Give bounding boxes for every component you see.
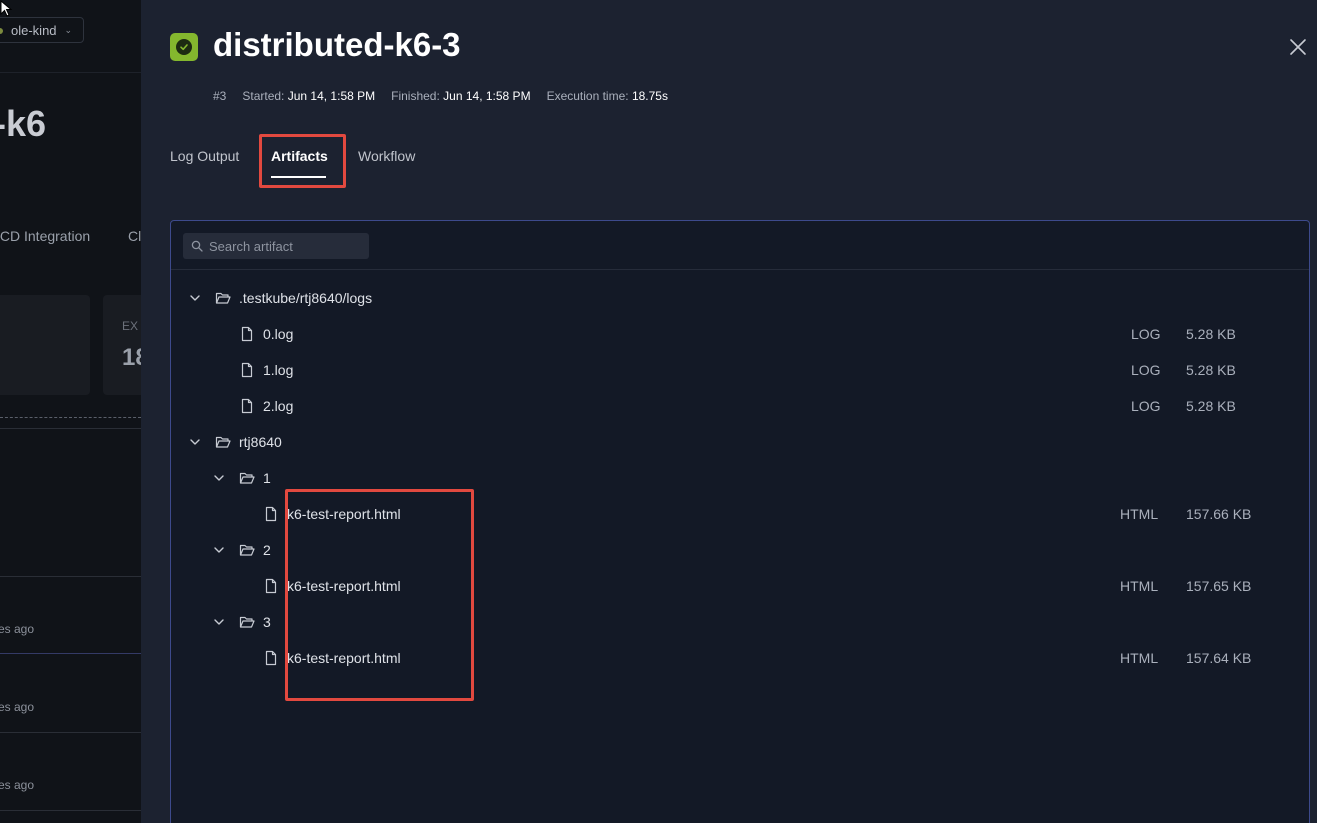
divider — [0, 732, 141, 733]
file-name: k6-test-report.html — [287, 578, 401, 594]
execution-details-drawer: distributed-k6-3 #3 Started: Jun 14, 1:5… — [141, 0, 1317, 823]
started-value: Jun 14, 1:58 PM — [287, 89, 376, 103]
chevron-down-icon[interactable] — [189, 436, 201, 448]
tree-file[interactable]: 2.log LOG 5.28 KB — [171, 388, 1309, 424]
execution-time-ago: es ago — [0, 700, 35, 714]
tree-file[interactable]: 0.log LOG 5.28 KB — [171, 316, 1309, 352]
file-size: 5.28 KB — [1186, 362, 1236, 378]
search-icon — [191, 240, 203, 252]
tab-log-output[interactable]: Log Output — [170, 148, 271, 176]
execution-time-info: Execution time: 18.75s — [547, 89, 668, 103]
folder-name: 2 — [263, 542, 271, 558]
file-type: LOG — [1131, 398, 1161, 414]
chevron-down-icon[interactable] — [189, 292, 201, 304]
folder-name: 3 — [263, 614, 271, 630]
divider — [0, 576, 141, 577]
tree-folder[interactable]: rtj8640 — [171, 424, 1309, 460]
finished-value: Jun 14, 1:58 PM — [443, 89, 531, 103]
summary-card-value: 18 — [122, 344, 141, 371]
folder-name: 1 — [263, 470, 271, 486]
file-type: HTML — [1120, 506, 1159, 522]
file-name: 0.log — [263, 326, 294, 342]
cluster-status-dot — [0, 28, 3, 34]
divider — [0, 428, 141, 429]
folder-name: rtj8640 — [239, 434, 282, 450]
execution-time-label: Execution time: — [546, 89, 629, 103]
cluster-label: ole-kind — [11, 22, 57, 38]
tree-folder[interactable]: 1 — [171, 460, 1309, 496]
file-size: 5.28 KB — [1186, 398, 1236, 414]
tree-folder[interactable]: 2 — [171, 532, 1309, 568]
folder-name: .testkube/rtj8640/logs — [239, 290, 373, 306]
background-title: -k6 — [0, 103, 47, 144]
chevron-down-icon[interactable] — [213, 616, 225, 628]
tab-cli[interactable]: Cl — [128, 228, 141, 244]
cluster-selector[interactable]: ole-kind ⌄ — [0, 17, 84, 43]
file-icon — [241, 326, 253, 342]
header-divider — [0, 72, 141, 73]
finished-label: Finished: — [391, 89, 440, 103]
file-size: 5.28 KB — [1186, 326, 1236, 342]
folder-open-icon — [239, 616, 255, 628]
folder-open-icon — [215, 436, 231, 448]
file-icon — [265, 506, 277, 522]
execution-meta: #3 Started: Jun 14, 1:58 PM Finished: Ju… — [213, 89, 668, 103]
status-passed-icon — [170, 33, 198, 61]
file-icon — [265, 650, 277, 666]
file-icon — [265, 578, 277, 594]
tree-folder[interactable]: .testkube/rtj8640/logs — [171, 280, 1309, 316]
started-info: Started: Jun 14, 1:58 PM — [242, 89, 375, 103]
finished-info: Finished: Jun 14, 1:58 PM — [391, 89, 530, 103]
tree-file[interactable]: 1.log LOG 5.28 KB — [171, 352, 1309, 388]
execution-time-value: 18.75s — [631, 89, 668, 103]
folder-open-icon — [239, 544, 255, 556]
tab-cicd-integration[interactable]: /CD Integration — [0, 228, 90, 244]
summary-card-label: EX — [122, 319, 139, 333]
tree-folder[interactable]: 3 — [171, 604, 1309, 640]
chevron-down-icon: ⌄ — [64, 24, 73, 35]
search-input[interactable] — [209, 238, 359, 254]
artifacts-panel: .testkube/rtj8640/logs 0.log LOG 5.28 KB… — [170, 220, 1310, 823]
close-icon[interactable] — [1287, 36, 1309, 58]
file-type: HTML — [1120, 578, 1159, 594]
tree-file[interactable]: k6-test-report.html HTML 157.65 KB — [171, 568, 1309, 604]
file-type: LOG — [1131, 326, 1161, 342]
file-size: 157.64 KB — [1186, 650, 1252, 666]
file-name: k6-test-report.html — [287, 650, 401, 666]
tree-file[interactable]: k6-test-report.html HTML 157.64 KB — [171, 640, 1309, 676]
chevron-down-icon[interactable] — [213, 472, 225, 484]
tree-file[interactable]: k6-test-report.html HTML 157.66 KB — [171, 496, 1309, 532]
artifact-search — [183, 233, 369, 259]
dashed-divider — [0, 417, 141, 418]
execution-time-ago: es ago — [0, 622, 35, 636]
chevron-down-icon[interactable] — [213, 544, 225, 556]
file-icon — [241, 398, 253, 414]
file-size: 157.66 KB — [1186, 506, 1252, 522]
file-type: HTML — [1120, 650, 1159, 666]
file-size: 157.65 KB — [1186, 578, 1252, 594]
file-name: 2.log — [263, 398, 294, 414]
divider — [0, 810, 141, 811]
file-name: 1.log — [263, 362, 294, 378]
page-title: distributed-k6-3 — [213, 26, 461, 63]
tab-workflow[interactable]: Workflow — [358, 148, 415, 176]
started-label: Started: — [242, 89, 285, 103]
background-page: ole-kind ⌄ -k6 /CD Integration Cl EX 18 … — [0, 0, 141, 823]
execution-time-ago: es ago — [0, 778, 35, 792]
folder-open-icon — [239, 472, 255, 484]
file-type: LOG — [1131, 362, 1161, 378]
file-icon — [241, 362, 253, 378]
file-name: k6-test-report.html — [287, 506, 401, 522]
artifacts-panel-header — [171, 221, 1309, 270]
folder-open-icon — [215, 292, 231, 304]
run-number: #3 — [213, 89, 227, 103]
mouse-cursor-icon — [0, 0, 13, 17]
summary-card — [0, 295, 90, 395]
selected-row-divider — [0, 653, 141, 654]
highlight-box-artifacts-tab — [259, 134, 346, 188]
